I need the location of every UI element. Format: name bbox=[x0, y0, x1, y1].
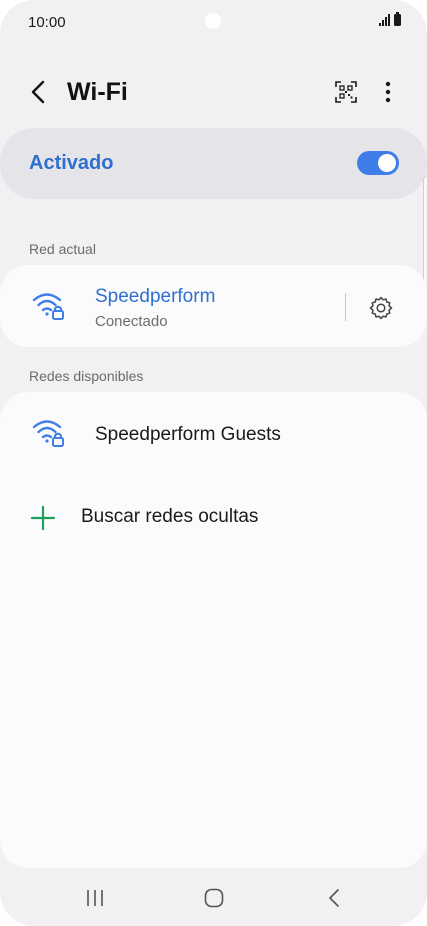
current-network-card: Speedperform Conectado bbox=[0, 265, 427, 347]
wifi-switch[interactable] bbox=[357, 151, 399, 175]
qr-scan-button[interactable] bbox=[330, 76, 362, 108]
more-options-button[interactable] bbox=[374, 76, 402, 108]
status-time: 10:00 bbox=[28, 14, 66, 31]
chevron-left-icon bbox=[31, 80, 45, 104]
wifi-master-toggle[interactable]: Activado bbox=[0, 128, 427, 199]
status-icons bbox=[379, 12, 401, 26]
plus-icon bbox=[30, 505, 56, 531]
navigation-bar bbox=[0, 868, 427, 926]
front-camera bbox=[205, 13, 221, 29]
gear-icon bbox=[369, 296, 393, 320]
nav-back-button[interactable] bbox=[314, 880, 354, 916]
home-button[interactable] bbox=[194, 880, 234, 916]
switch-knob bbox=[378, 154, 396, 172]
section-label-available: Redes disponibles bbox=[29, 368, 144, 384]
wifi-lock-icon bbox=[32, 293, 64, 320]
recents-icon bbox=[87, 890, 103, 906]
home-icon bbox=[204, 888, 224, 908]
network-name: Speedperform Guests bbox=[95, 424, 281, 445]
network-settings-button[interactable] bbox=[366, 293, 396, 323]
current-network-status: Conectado bbox=[95, 313, 168, 330]
divider bbox=[345, 293, 346, 321]
recents-button[interactable] bbox=[75, 880, 115, 916]
back-button[interactable] bbox=[22, 76, 54, 108]
add-hidden-network-row[interactable]: Buscar redes ocultas bbox=[0, 482, 427, 552]
wifi-lock-icon bbox=[32, 420, 64, 447]
phone-screen: 10:00 Wi-Fi Activado Red actual Speedper… bbox=[0, 0, 427, 926]
current-network-name: Speedperform bbox=[95, 286, 216, 307]
battery-icon bbox=[394, 12, 401, 26]
add-hidden-network-label: Buscar redes ocultas bbox=[81, 506, 259, 527]
current-network-row[interactable]: Speedperform Conectado bbox=[0, 265, 340, 347]
page-title: Wi-Fi bbox=[67, 78, 128, 106]
qr-code-scan-icon bbox=[335, 81, 357, 103]
back-icon bbox=[329, 889, 339, 907]
signal-icon bbox=[379, 14, 390, 26]
status-bar: 10:00 bbox=[0, 0, 427, 44]
section-label-current: Red actual bbox=[29, 241, 96, 257]
app-header: Wi-Fi bbox=[0, 62, 427, 122]
more-vertical-icon bbox=[385, 81, 391, 103]
toggle-label: Activado bbox=[29, 152, 114, 174]
available-networks-card: Speedperform Guests Buscar redes ocultas bbox=[0, 392, 427, 868]
network-row[interactable]: Speedperform Guests bbox=[0, 394, 427, 474]
